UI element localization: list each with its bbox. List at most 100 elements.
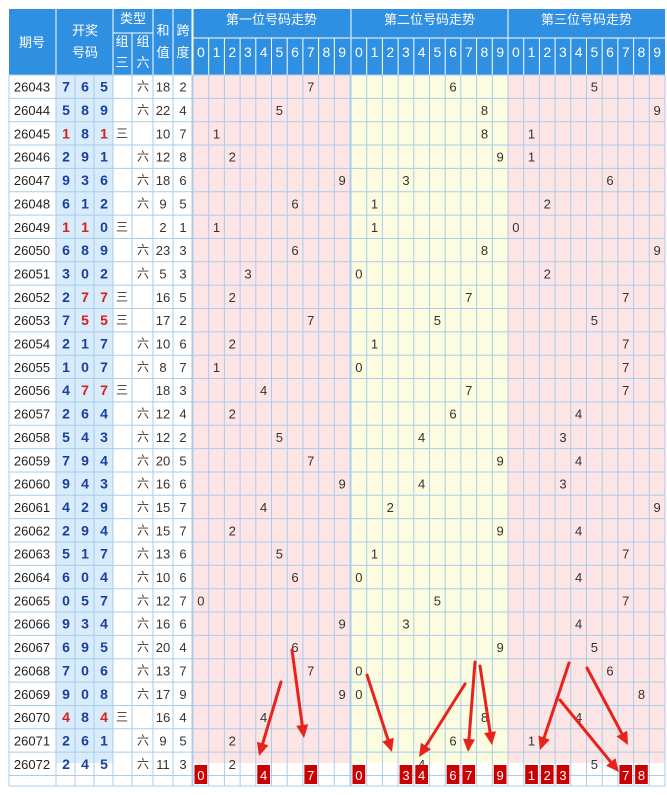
trend-header-digit: 3 bbox=[244, 44, 252, 60]
trend-header-digit: 0 bbox=[512, 44, 520, 60]
pick-digit: 3 bbox=[402, 768, 409, 783]
trend-header-digit: 8 bbox=[638, 44, 646, 60]
trend-digit: 5 bbox=[434, 313, 441, 328]
group6-mark: 六 bbox=[137, 617, 149, 631]
group6-mark: 六 bbox=[137, 453, 149, 467]
trend-header-digit: 7 bbox=[465, 44, 473, 60]
span-cell: 4 bbox=[179, 710, 186, 725]
span-cell: 8 bbox=[179, 150, 186, 165]
trend-digit: 1 bbox=[213, 360, 220, 375]
trend-header-digit: 4 bbox=[418, 44, 426, 60]
trend-header-digit: 5 bbox=[590, 44, 598, 60]
trend-digit: 2 bbox=[544, 196, 551, 211]
span-cell: 7 bbox=[179, 500, 186, 515]
draw-digit: 2 bbox=[100, 195, 108, 211]
pick-digit: 4 bbox=[260, 768, 267, 783]
period-cell: 26055 bbox=[14, 360, 50, 375]
sum-cell: 12 bbox=[156, 593, 170, 608]
pick-digit: 4 bbox=[418, 768, 425, 783]
group3-mark: 三 bbox=[116, 710, 128, 724]
sum-cell: 12 bbox=[156, 150, 170, 165]
period-cell: 26067 bbox=[14, 640, 50, 655]
trend-digit: 3 bbox=[559, 430, 566, 445]
trend-digit: 5 bbox=[276, 103, 283, 118]
trend-digit: 7 bbox=[622, 593, 629, 608]
trend-digit: 0 bbox=[197, 593, 204, 608]
group6-mark: 六 bbox=[137, 593, 149, 607]
draw-digit: 2 bbox=[62, 336, 70, 352]
group6-mark: 六 bbox=[137, 196, 149, 210]
period-cell: 26054 bbox=[14, 337, 50, 352]
trend-digit: 3 bbox=[402, 617, 409, 632]
group6-mark: 六 bbox=[137, 173, 149, 187]
draw-digit: 8 bbox=[81, 709, 89, 725]
trend-title-2: 第二位号码走势 bbox=[384, 12, 475, 27]
trend-digit: 5 bbox=[591, 80, 598, 95]
span-column-header-line1: 跨 bbox=[176, 23, 189, 38]
sum-cell: 9 bbox=[159, 196, 166, 211]
trend-digit: 1 bbox=[528, 150, 535, 165]
draw-digit: 7 bbox=[100, 359, 108, 375]
draw-digit: 9 bbox=[81, 149, 89, 165]
trend-digit: 9 bbox=[654, 103, 661, 118]
group6-mark: 六 bbox=[137, 733, 149, 747]
draw-digit: 2 bbox=[62, 149, 70, 165]
draw-digit: 9 bbox=[100, 102, 108, 118]
pick-digit: 7 bbox=[307, 768, 314, 783]
draw-digit: 0 bbox=[81, 686, 89, 702]
trend-digit: 1 bbox=[371, 337, 378, 352]
trend-digit: 4 bbox=[260, 383, 267, 398]
draw-digit: 9 bbox=[81, 522, 89, 538]
trend-digit: 4 bbox=[575, 570, 582, 585]
trend-header-digit: 1 bbox=[213, 44, 221, 60]
draw-digit: 6 bbox=[62, 195, 70, 211]
draw-digit: 6 bbox=[81, 732, 89, 748]
span-cell: 7 bbox=[179, 593, 186, 608]
sum-cell: 10 bbox=[156, 126, 170, 141]
pick-digit: 6 bbox=[449, 768, 456, 783]
trend-header-digit: 8 bbox=[323, 44, 331, 60]
trend-digit: 2 bbox=[387, 500, 394, 515]
trend-digit: 2 bbox=[544, 266, 551, 281]
draw-digit: 1 bbox=[62, 219, 70, 235]
period-cell: 26046 bbox=[14, 150, 50, 165]
draw-digit: 8 bbox=[81, 102, 89, 118]
span-cell: 7 bbox=[179, 523, 186, 538]
trend-digit: 4 bbox=[575, 523, 582, 538]
draw-digit: 6 bbox=[62, 569, 70, 585]
trend-digit: 1 bbox=[213, 220, 220, 235]
draw-digit: 9 bbox=[62, 616, 70, 632]
trend-digit: 7 bbox=[622, 337, 629, 352]
pick-digit: 0 bbox=[355, 768, 362, 783]
trend-digit: 3 bbox=[244, 266, 251, 281]
pick-digit: 1 bbox=[528, 768, 535, 783]
trend-digit: 2 bbox=[229, 523, 236, 538]
period-cell: 26050 bbox=[14, 243, 50, 258]
draw-digit: 1 bbox=[81, 336, 89, 352]
draw-digit: 2 bbox=[62, 756, 70, 772]
group6-header-line1: 组 bbox=[136, 34, 149, 49]
period-cell: 26064 bbox=[14, 570, 50, 585]
trend-digit: 9 bbox=[339, 477, 346, 492]
span-cell: 6 bbox=[179, 570, 186, 585]
period-cell: 26045 bbox=[14, 126, 50, 141]
trend-digit: 8 bbox=[481, 126, 488, 141]
trend-digit: 6 bbox=[606, 663, 613, 678]
trend-digit: 9 bbox=[339, 617, 346, 632]
span-cell: 5 bbox=[179, 453, 186, 468]
draw-digit: 7 bbox=[62, 79, 70, 95]
draw-digit: 7 bbox=[62, 312, 70, 328]
trend-digit: 4 bbox=[260, 500, 267, 515]
draw-digit: 8 bbox=[100, 686, 108, 702]
trend-header-digit: 5 bbox=[275, 44, 283, 60]
period-cell: 26043 bbox=[14, 80, 50, 95]
draw-digit: 3 bbox=[81, 172, 89, 188]
draw-digit: 9 bbox=[100, 242, 108, 258]
trend-digit: 4 bbox=[575, 617, 582, 632]
period-cell: 26072 bbox=[14, 757, 50, 772]
draw-digit: 4 bbox=[62, 499, 70, 515]
draw-digit: 0 bbox=[81, 265, 89, 281]
trend-header-digit: 6 bbox=[291, 44, 299, 60]
group6-mark: 六 bbox=[137, 547, 149, 561]
group3-mark: 三 bbox=[116, 220, 128, 234]
